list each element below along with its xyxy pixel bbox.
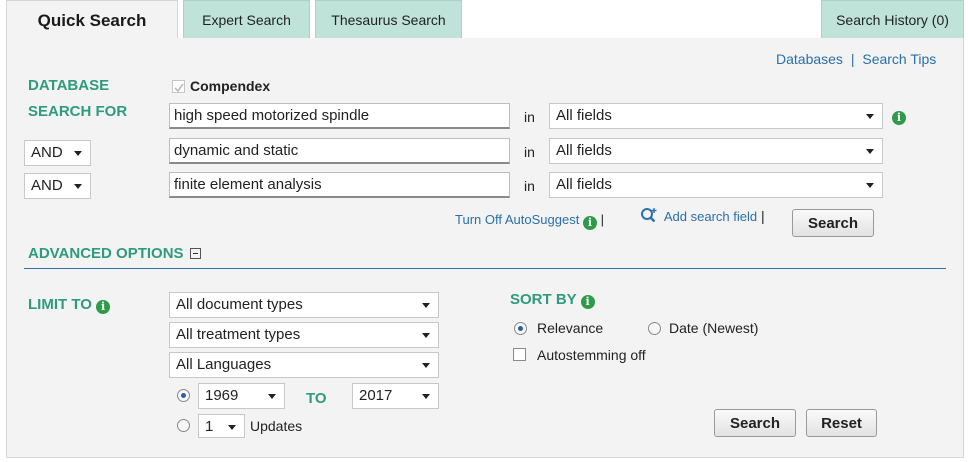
- chevron-down-icon: [422, 363, 430, 368]
- updates-label: Updates: [250, 418, 303, 434]
- language-value: All Languages: [176, 356, 272, 373]
- updates-radio[interactable]: [177, 419, 190, 432]
- databases-link[interactable]: Databases: [776, 51, 843, 67]
- search-for-label: SEARCH FOR: [28, 103, 128, 120]
- sort-date-label: Date (Newest): [669, 320, 759, 336]
- updates-select[interactable]: 1: [198, 414, 245, 438]
- field-select-3[interactable]: All fields: [549, 172, 883, 198]
- advanced-options-label: ADVANCED OPTIONS: [28, 245, 184, 262]
- field-select-1[interactable]: All fields: [549, 103, 883, 129]
- sort-by-header: SORT BY i: [510, 291, 595, 309]
- add-search-field[interactable]: Add search field |: [640, 206, 765, 224]
- tab-expert-search[interactable]: Expert Search: [183, 0, 310, 38]
- operator-select-2[interactable]: AND: [24, 140, 91, 166]
- divider: [24, 268, 946, 269]
- sort-relevance-label: Relevance: [537, 320, 604, 336]
- chevron-down-icon: [866, 114, 874, 119]
- search-term-2[interactable]: dynamic and static: [169, 138, 510, 164]
- autostemming-label: Autostemming off: [537, 347, 646, 363]
- field-select-3-value: All fields: [556, 176, 612, 193]
- compendex-checkbox[interactable]: [172, 80, 185, 93]
- info-icon[interactable]: i: [96, 300, 111, 314]
- checkmark-icon: [174, 83, 184, 93]
- link-separator: |: [850, 51, 855, 67]
- sort-by-label: SORT BY: [510, 291, 577, 308]
- to-label: TO: [306, 390, 327, 407]
- operator-select-3[interactable]: AND: [24, 173, 91, 199]
- operator-select-3-value: AND: [31, 177, 63, 194]
- sort-relevance-radio[interactable]: [514, 322, 527, 335]
- advanced-options[interactable]: ADVANCED OPTIONS: [28, 245, 201, 262]
- reset-button[interactable]: Reset: [806, 409, 877, 437]
- chevron-down-icon: [866, 183, 874, 188]
- top-links: Databases | Search Tips: [776, 51, 936, 67]
- operator-select-2-value: AND: [31, 144, 63, 161]
- collapse-icon[interactable]: [189, 248, 201, 259]
- field-select-1-value: All fields: [556, 107, 612, 124]
- magnifier-plus-icon: [641, 208, 657, 223]
- chevron-down-icon: [866, 149, 874, 154]
- search-button[interactable]: Search: [792, 209, 874, 237]
- treatment-type-value: All treatment types: [176, 326, 301, 343]
- search-term-1[interactable]: high speed motorized spindle: [169, 103, 510, 129]
- year-from-select[interactable]: 1969: [198, 383, 285, 409]
- in-label-1: in: [524, 109, 535, 125]
- chevron-down-icon: [228, 425, 236, 430]
- autostemming-checkbox[interactable]: [513, 348, 526, 361]
- year-range-radio[interactable]: [177, 389, 190, 402]
- autosuggest-link[interactable]: Turn Off AutoSuggest: [455, 212, 579, 227]
- updates-value: 1: [205, 418, 214, 435]
- bottom-search-button[interactable]: Search: [714, 409, 796, 437]
- tab-thesaurus-search[interactable]: Thesaurus Search: [315, 0, 462, 38]
- chevron-down-icon: [422, 333, 430, 338]
- tab-search-history[interactable]: Search History (0): [821, 0, 964, 38]
- chevron-down-icon: [422, 394, 430, 399]
- year-from-value: 1969: [205, 387, 239, 404]
- database-label: DATABASE: [28, 77, 110, 94]
- add-search-field-label: Add search field: [663, 209, 758, 224]
- database-name: Compendex: [190, 78, 271, 94]
- language-select[interactable]: All Languages: [169, 352, 439, 378]
- chevron-down-icon: [268, 394, 276, 399]
- sort-date-radio[interactable]: [648, 322, 661, 335]
- info-icon[interactable]: i: [582, 216, 597, 230]
- doc-type-select[interactable]: All document types: [169, 292, 439, 318]
- tab-quick-search[interactable]: Quick Search: [6, 0, 178, 40]
- limit-to-label: LIMIT TO: [28, 296, 92, 313]
- treatment-type-select[interactable]: All treatment types: [169, 322, 439, 348]
- doc-type-value: All document types: [176, 296, 303, 313]
- info-icon[interactable]: i: [892, 111, 906, 125]
- info-icon[interactable]: i: [580, 295, 595, 309]
- field-select-2[interactable]: All fields: [549, 138, 883, 164]
- autosuggest-area: Turn Off AutoSuggest i |: [455, 212, 604, 230]
- year-to-select[interactable]: 2017: [352, 383, 439, 409]
- in-label-3: in: [524, 178, 535, 194]
- year-to-value: 2017: [359, 387, 393, 404]
- search-term-3[interactable]: finite element analysis: [169, 172, 510, 198]
- separator: |: [600, 212, 604, 227]
- search-tips-link[interactable]: Search Tips: [862, 51, 936, 67]
- limit-to-header: LIMIT TO i: [28, 296, 111, 314]
- in-label-2: in: [524, 144, 535, 160]
- chevron-down-icon: [74, 184, 82, 189]
- field-select-2-value: All fields: [556, 142, 612, 159]
- chevron-down-icon: [74, 151, 82, 156]
- separator: |: [761, 208, 765, 224]
- chevron-down-icon: [422, 303, 430, 308]
